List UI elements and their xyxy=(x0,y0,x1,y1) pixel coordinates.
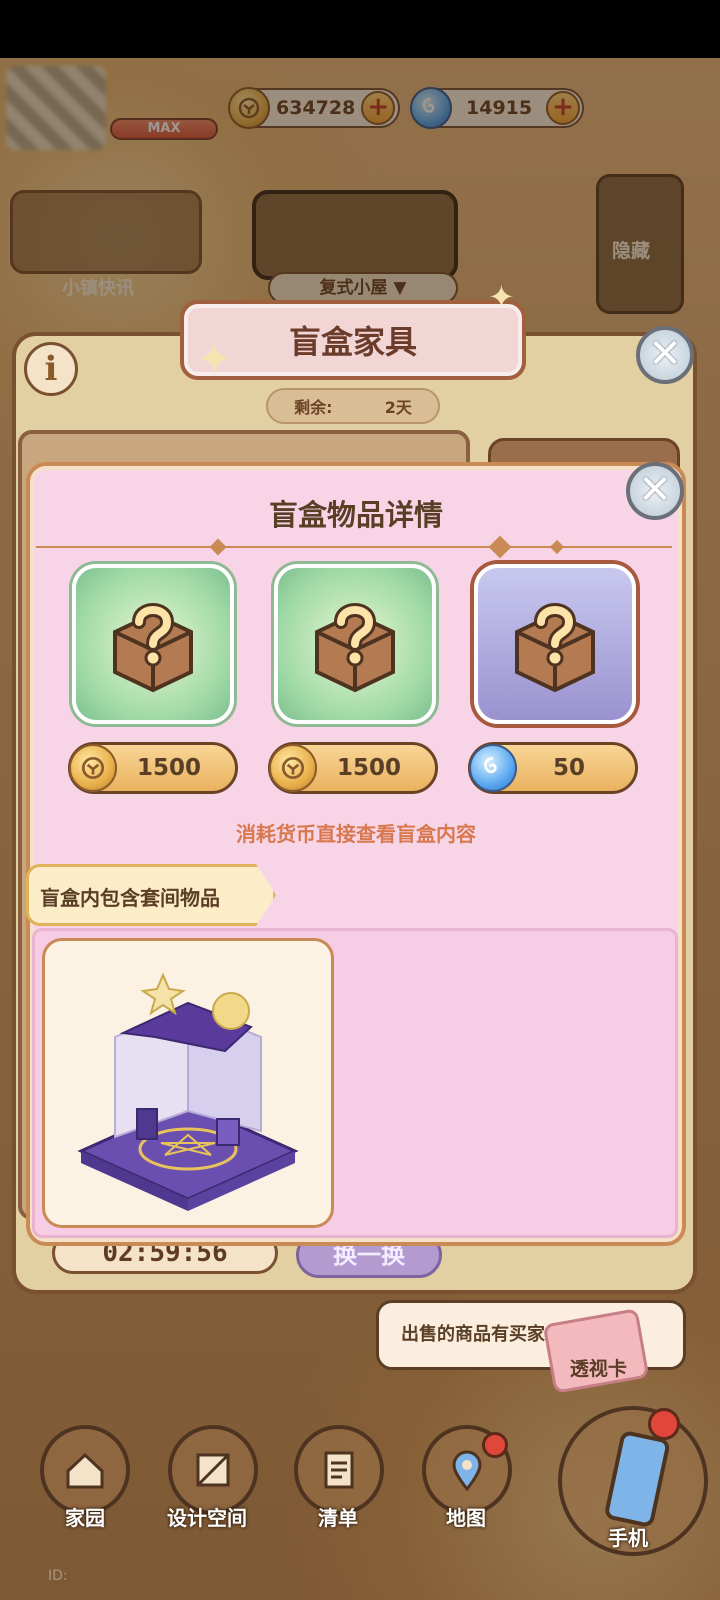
gold-coin-icon xyxy=(269,744,317,792)
contains-label: 盲盒内包含套间物品 xyxy=(40,886,220,910)
remaining-label: 剩余: xyxy=(294,398,333,417)
suite-item-card[interactable] xyxy=(42,938,334,1228)
price-value: 50 xyxy=(552,755,585,781)
map-notification-dot xyxy=(482,1432,508,1458)
close-panel-button[interactable]: ✕ xyxy=(636,326,694,384)
phone-notification-dot xyxy=(648,1408,680,1440)
price-value: 1500 xyxy=(336,755,401,781)
hint-text: 消耗货币直接查看盲盒内容 xyxy=(236,822,476,846)
status-bar xyxy=(0,0,720,58)
ruler-icon xyxy=(196,1453,230,1487)
blind-box-card[interactable] xyxy=(274,564,436,724)
mystery-box-icon xyxy=(515,603,595,693)
title-divider xyxy=(36,546,672,548)
list-icon xyxy=(324,1451,354,1489)
nav-list-label: 清单 xyxy=(318,1506,358,1530)
nav-home-label: 家园 xyxy=(65,1506,105,1530)
magic-room-illustration xyxy=(77,972,299,1211)
blind-box-card[interactable] xyxy=(474,564,636,724)
detail-title: 盲盒物品详情 xyxy=(268,498,443,532)
remaining-value: 2天 xyxy=(384,398,412,417)
price-value: 1500 xyxy=(136,755,201,781)
mystery-box-icon xyxy=(113,603,193,693)
blind-box-card[interactable] xyxy=(72,564,234,724)
player-id-watermark: ID: xyxy=(48,1568,68,1584)
nav-phone-label: 手机 xyxy=(608,1526,648,1550)
blue-gem-icon xyxy=(469,744,517,792)
phone-icon xyxy=(605,1431,670,1527)
game-scene: MAX 634728 + 14915 + 小镇快讯 复式小屋 ▼ 隐藏 i 盲盒… xyxy=(0,0,720,1600)
xray-card-label: 透视卡 xyxy=(570,1357,628,1380)
price-button[interactable]: 50 xyxy=(468,742,638,794)
sparkle-icon: ✦ xyxy=(488,278,515,316)
nav-map-label: 地图 xyxy=(446,1506,486,1530)
house-icon xyxy=(66,1452,104,1489)
panel-title: 盲盒家具 xyxy=(288,323,417,361)
nav-design-label: 设计空间 xyxy=(167,1506,247,1530)
mystery-box-icon xyxy=(315,603,395,693)
sparkle-icon: ✦ xyxy=(196,334,233,385)
info-button[interactable]: i xyxy=(24,342,78,396)
price-button[interactable]: 1500 xyxy=(268,742,438,794)
gold-coin-icon xyxy=(69,744,117,792)
price-button[interactable]: 1500 xyxy=(68,742,238,794)
remaining-time: 剩余: 2天 xyxy=(266,388,440,424)
